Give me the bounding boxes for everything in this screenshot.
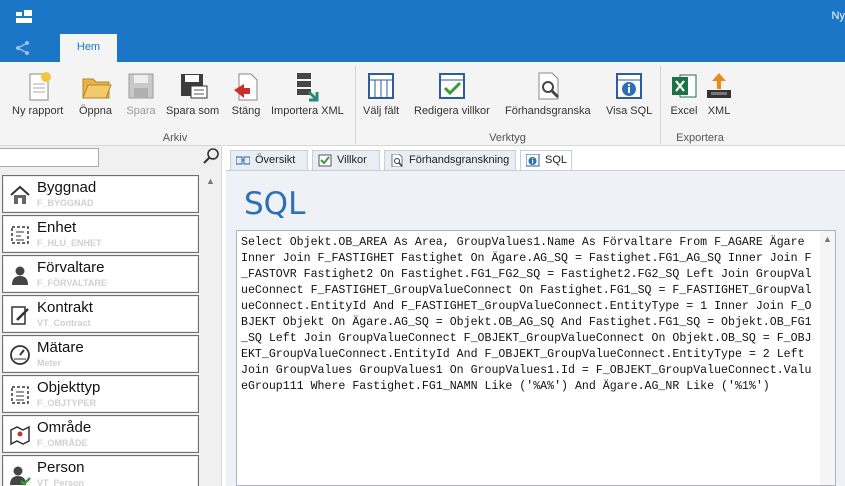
xml-export-button[interactable]: XML [703, 70, 735, 117]
list-item[interactable]: Enhet F_HLU_ENHET [2, 215, 199, 253]
preview-icon [538, 72, 559, 100]
list-item[interactable]: Byggnad F_BYGGNAD [2, 175, 199, 213]
object-type-icon [11, 386, 29, 404]
overview-icon [236, 156, 250, 165]
open-button[interactable]: Öppna [79, 70, 112, 117]
ribbon-tabstrip: Hem [0, 34, 845, 62]
sql-textbox[interactable]: Select Objekt.OB_AREA As Area, GroupValu… [236, 230, 836, 486]
new-report-icon [29, 72, 51, 101]
list-item-name: Objekttyp [37, 379, 101, 396]
sql-query-text[interactable]: Select Objekt.OB_AREA As Area, GroupValu… [241, 235, 816, 395]
new-report-button[interactable]: Ny rapport [12, 70, 63, 117]
list-item[interactable]: Mätare Meter [2, 335, 199, 373]
person-check-icon [10, 466, 31, 486]
select-fields-icon [368, 73, 395, 99]
tab-hem[interactable]: Hem [60, 34, 117, 62]
meter-icon [10, 345, 30, 365]
area-map-icon [10, 425, 30, 446]
save-as-button[interactable]: Spara som [166, 70, 219, 117]
list-item[interactable]: Kontrakt VT_Contract [2, 295, 199, 333]
show-sql-button[interactable]: Visa SQL [606, 70, 652, 117]
scroll-up-icon[interactable]: ▲ [823, 234, 832, 244]
select-fields-button[interactable]: Välj fält [363, 70, 399, 117]
preview-button[interactable]: Förhandsgranska [505, 70, 591, 117]
share-icon[interactable] [14, 40, 32, 56]
save-button[interactable]: Spara [125, 70, 157, 117]
building-icon [10, 185, 30, 204]
list-item[interactable]: Objekttyp F_OBJTYPER [2, 375, 199, 413]
excel-icon [672, 74, 697, 98]
list-item-name: Kontrakt [37, 299, 93, 316]
search-input[interactable] [0, 148, 99, 167]
group-separator [355, 66, 356, 144]
list-item-table: F_OMRÅDE [37, 438, 88, 448]
list-scrollbar[interactable]: ▲ [203, 172, 217, 486]
list-item-name: Förvaltare [37, 259, 105, 276]
import-xml-icon [297, 73, 319, 102]
list-item-name: Område [37, 419, 92, 436]
sql-scrollbar[interactable]: ▲ [820, 231, 835, 485]
unit-icon [11, 226, 29, 244]
preview-doc-icon [391, 154, 403, 167]
sql-info-icon [526, 154, 540, 167]
tab-forhandsgranskning[interactable]: Förhandsgranskning [384, 150, 516, 170]
search-icon[interactable] [202, 147, 220, 165]
entity-panel: Byggnad F_BYGGNAD Enhet F_HLU_ENHET Förv… [0, 146, 222, 486]
sql-heading: SQL [244, 186, 306, 222]
list-item-name: Person [37, 459, 85, 476]
save-icon [128, 73, 154, 99]
edit-conditions-button[interactable]: Redigera villkor [414, 70, 490, 117]
list-item-table: VT_Person [37, 478, 85, 486]
title-bar: Ny [0, 0, 845, 34]
open-folder-icon [81, 78, 112, 99]
ribbon: Ny rapport Öppna Spara Spara som Stäng I… [0, 62, 845, 146]
conditions-check-icon [318, 154, 332, 167]
list-item-table: F_FÖRVALTARE [37, 278, 107, 288]
list-item-table: Meter [37, 358, 62, 368]
entity-list: Byggnad F_BYGGNAD Enhet F_HLU_ENHET Förv… [0, 172, 222, 486]
save-as-icon [180, 74, 208, 99]
tab-oversikt[interactable]: Översikt [230, 150, 308, 170]
group-label-verktyg: Verktyg [489, 132, 526, 144]
list-item[interactable]: Område F_OMRÅDE [2, 415, 199, 453]
list-item-table: F_HLU_ENHET [37, 238, 102, 248]
show-sql-icon [616, 73, 643, 99]
scroll-up-icon[interactable]: ▲ [206, 176, 215, 186]
person-icon [12, 266, 28, 285]
list-item-name: Enhet [37, 219, 77, 236]
list-item-table: F_BYGGNAD [37, 198, 94, 208]
tab-sql[interactable]: SQL [520, 150, 572, 170]
group-label-arkiv: Arkiv [162, 132, 188, 144]
app-menu-icon[interactable] [16, 10, 32, 24]
list-item-name: Byggnad [37, 179, 97, 196]
xml-export-icon [707, 73, 731, 98]
edit-conditions-icon [438, 73, 465, 99]
list-item-name: Mätare [37, 339, 84, 356]
list-item[interactable]: Person VT_Person [2, 455, 199, 486]
close-document-button[interactable]: Stäng [230, 70, 262, 117]
list-item[interactable]: Förvaltare F_FÖRVALTARE [2, 255, 199, 293]
close-document-icon [234, 73, 258, 101]
window-title: Ny [831, 10, 845, 22]
view-tabs: Översikt Villkor Förhandsgranskning SQL [230, 150, 845, 170]
list-item-table: F_OBJTYPER [37, 398, 97, 408]
tab-villkor[interactable]: Villkor [312, 150, 380, 170]
contract-icon [11, 306, 29, 325]
list-item-table: VT_Contract [37, 318, 91, 328]
group-separator [660, 66, 661, 144]
excel-export-button[interactable]: Excel [668, 70, 700, 117]
import-xml-button[interactable]: Importera XML [271, 70, 344, 117]
group-label-exportera: Exportera [676, 132, 724, 144]
